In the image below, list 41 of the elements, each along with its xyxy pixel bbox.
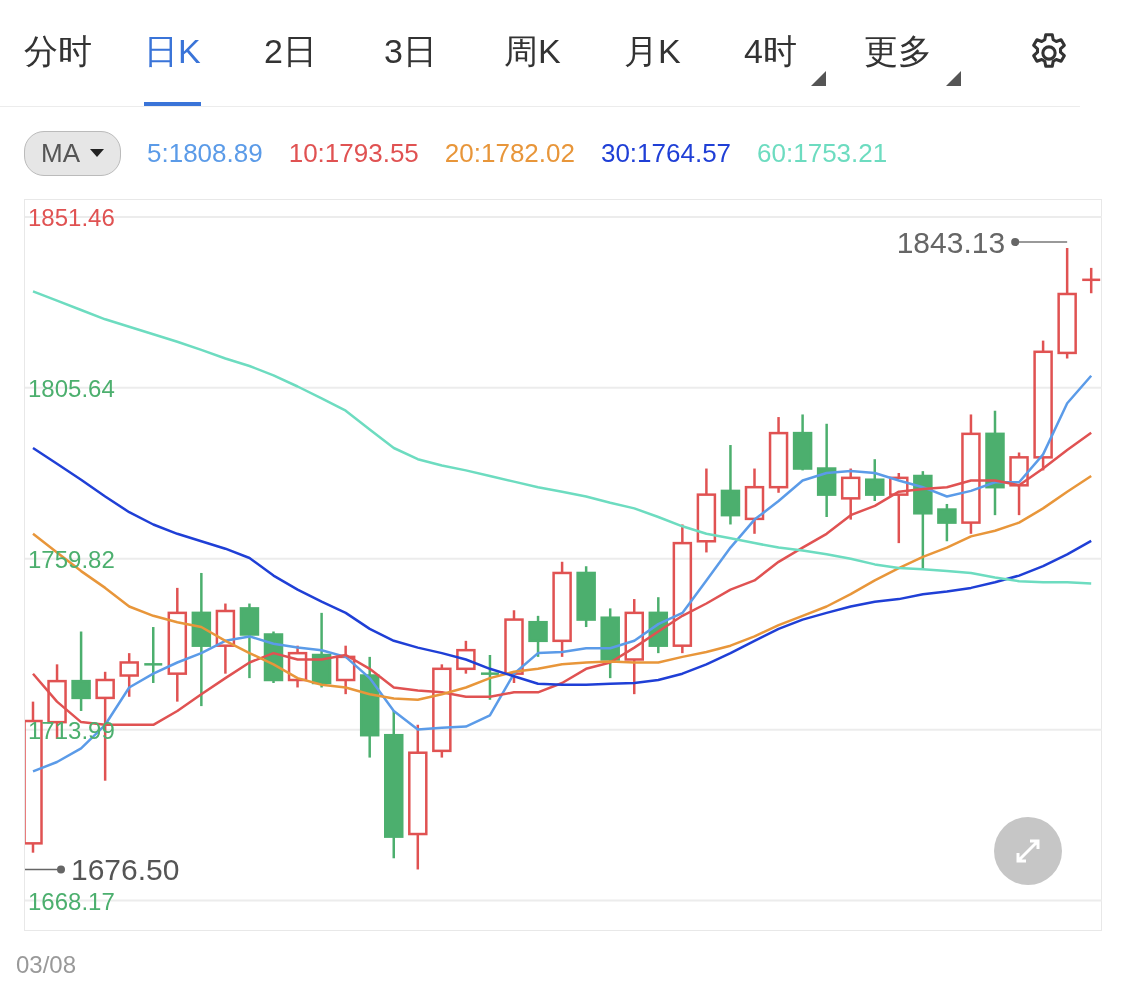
- axis-label: 1851.46: [28, 203, 115, 231]
- indicator-dropdown[interactable]: MA: [24, 130, 121, 176]
- legend-value: 10:1793.55: [288, 136, 419, 170]
- tab[interactable]: 月K: [624, 0, 681, 106]
- candlestick: [792, 414, 813, 471]
- tab[interactable]: 分时: [24, 0, 92, 106]
- candlestick: [600, 608, 620, 679]
- tab[interactable]: 3日: [384, 0, 437, 106]
- candlestick: [480, 655, 499, 700]
- tab[interactable]: 日K: [144, 0, 201, 106]
- candlestick: [119, 653, 139, 697]
- candlestick: [1082, 267, 1101, 294]
- tab[interactable]: 2日: [264, 0, 317, 106]
- candlestick: [937, 503, 957, 542]
- candlestick: [144, 627, 163, 683]
- price-label: 1843.13: [896, 226, 1006, 259]
- candlestick: [576, 566, 596, 628]
- candlestick: [744, 468, 765, 534]
- candlestick: [335, 645, 356, 695]
- candlestick: [528, 615, 548, 657]
- legend-value: 60:1753.21: [757, 136, 888, 170]
- tab[interactable]: 周K: [504, 0, 561, 106]
- candlestick: [1009, 452, 1029, 516]
- axis-label: 1805.64: [28, 374, 115, 402]
- candlestick: [215, 603, 236, 674]
- price-label: 1676.50: [71, 853, 180, 887]
- legend-value: 20:1782.02: [444, 136, 575, 170]
- axis-label: 1668.17: [28, 887, 115, 915]
- legend-value: 30:1764.57: [600, 136, 732, 170]
- candlestick: [456, 640, 476, 674]
- date-label: 03/08: [15, 950, 78, 980]
- legend-value: 5:1808.89: [147, 136, 263, 170]
- tab[interactable]: 4时: [744, 0, 826, 106]
- price-marker: [1011, 238, 1068, 246]
- caret-icon: [90, 148, 104, 158]
- candlestick: [889, 473, 909, 544]
- price-marker: [25, 865, 65, 874]
- candlestick: [865, 459, 885, 501]
- candlestick: [840, 468, 861, 520]
- candlestick: [648, 597, 669, 654]
- tab[interactable]: 更多: [864, 0, 961, 106]
